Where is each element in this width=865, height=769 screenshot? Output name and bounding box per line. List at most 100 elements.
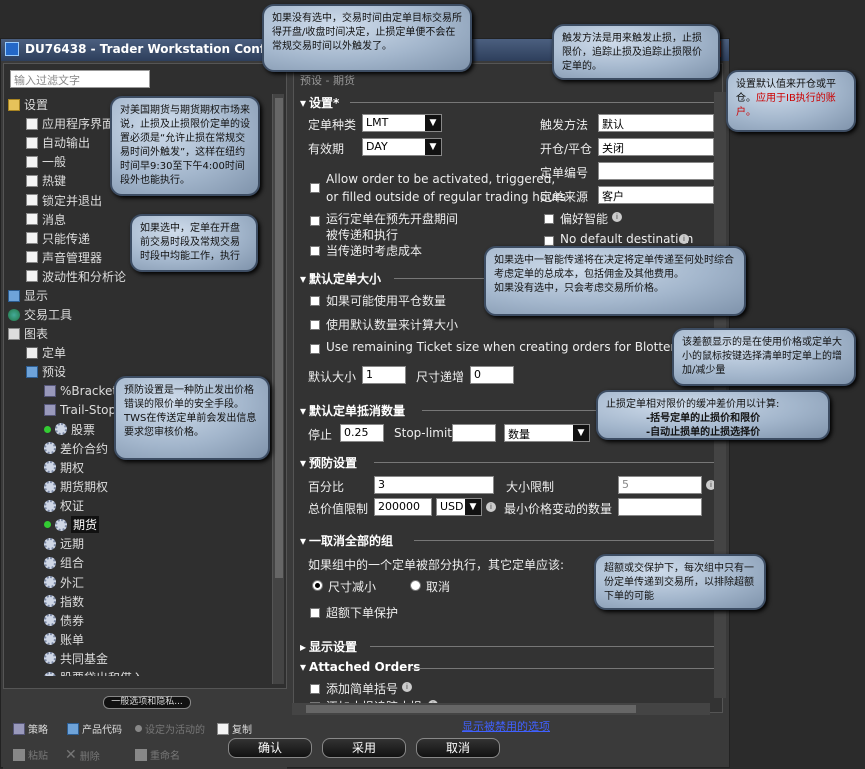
tree-item[interactable]: 图表 [8,325,48,342]
offset-title: 默认定单抵消数量 [309,404,406,418]
tree-item[interactable]: 波动性和分析论 [26,268,126,285]
allow-outside-rth-checkbox[interactable] [310,183,320,193]
collapse-icon: ▾ [300,533,307,548]
settings-horizontal-scrollbar[interactable] [292,703,710,715]
cancel-radio[interactable] [410,580,421,591]
info-icon[interactable]: i [612,212,622,222]
tree-item[interactable]: 只能传递 [26,230,90,247]
preset-icon [26,365,38,378]
prefer-smart-checkbox[interactable] [544,214,554,224]
tree-item[interactable]: 股票 [44,421,95,438]
stop-field[interactable]: 0.25 [340,424,384,442]
add-bracket-checkbox[interactable] [310,684,320,694]
info-icon[interactable]: i [402,682,412,692]
paste-button[interactable]: 粘贴 [13,747,48,762]
no-default-dest-checkbox[interactable] [544,236,554,246]
tree-item[interactable]: 组合 [44,554,84,571]
tree-item[interactable]: 定单 [26,344,66,361]
tree-item[interactable]: 热键 [26,172,66,189]
tree-item-label: 账单 [60,632,85,647]
tree-item[interactable]: 一般 [26,153,66,170]
use-remaining-checkbox[interactable] [310,344,320,354]
stoplimit-field[interactable] [452,424,496,442]
currency-dropdown[interactable]: USD ▼ [436,498,482,516]
order-type-dropdown[interactable]: LMT ▼ [362,114,442,132]
tree-item[interactable]: 预设 [26,363,66,380]
default-size-section-title[interactable]: ▾ 默认定单大小 [300,270,384,287]
attached-section-title[interactable]: ▾ Attached Orders [300,660,423,674]
tree-item[interactable]: 期货期权 [44,478,108,495]
gear-icon [44,499,56,512]
tree-vertical-scrollbar[interactable] [272,94,284,684]
general-options-button[interactable]: 一般选项和隐私... [103,696,191,709]
rename-button[interactable]: 重命名 [135,747,180,762]
product-code-button[interactable]: 产品代码 [67,721,122,736]
preopen-checkbox[interactable] [310,216,320,226]
strategy-button[interactable]: 策略 [13,721,48,736]
tree-item-label: 远期 [60,537,85,552]
precaution-section-title[interactable]: ▾ 预防设置 [300,454,360,471]
tree-item[interactable]: 外汇 [44,574,84,591]
percent-field[interactable]: 3 [374,476,494,494]
tree-item[interactable]: 指数 [44,593,84,610]
info-icon[interactable]: i [486,502,496,512]
tooltip-consider-cost: 如果选中一智能传递将在决定将定单传递至何处时综合考虑定单的总成本，包括佣金及其他… [484,246,746,316]
tif-dropdown[interactable]: DAY ▼ [362,138,442,156]
tree-item-label: 期货期权 [60,480,109,494]
show-hidden-link[interactable]: 显示被禁用的选项 [462,718,550,734]
tree-item[interactable]: 共同基金 [44,650,108,667]
tree-item[interactable]: 声音管理器 [26,249,102,266]
open-close-field[interactable]: 关闭 [598,138,714,156]
overfill-checkbox[interactable] [310,608,320,618]
display-section-title[interactable]: ▸ 显示设置 [300,638,360,655]
tree-item[interactable]: 股票贷出和借入 [44,669,144,676]
tree-item[interactable]: %Bracket [44,383,117,400]
tree-item[interactable]: 期权 [44,459,84,476]
tree-item[interactable]: 自动输出 [26,134,90,151]
dropdown-arrow-icon: ▼ [573,425,589,441]
set-active-button[interactable]: 设定为活动的 [135,721,205,736]
default-size-field[interactable]: 1 [362,366,406,384]
filter-input[interactable]: 输入过滤文字 [10,70,150,88]
tree-item[interactable]: 权证 [44,497,84,514]
order-ref-field[interactable] [598,162,714,180]
tree-item[interactable]: 锁定并退出 [26,192,102,209]
cancel-button[interactable]: 取消 [416,738,500,758]
size-increment-field[interactable]: 0 [470,366,514,384]
order-origin-field[interactable]: 客户 [598,186,714,204]
tree-item[interactable]: 显示 [8,287,48,304]
copy-button[interactable]: 复制 [217,721,252,736]
tree-item[interactable]: 差价合约 [44,440,108,457]
tooltip-precaution: 预防设置是一种防止发出价格错误的限价单的安全手段。TWS在传送定单前会发出信息要… [114,376,270,460]
size-increment-label: 尺寸递增 [416,370,465,384]
tree-item[interactable]: 交易工具 [8,306,72,323]
tree-item[interactable]: Trail-Stop [44,402,116,419]
tree-item-label: 波动性和分析论 [42,269,127,284]
close-position-checkbox[interactable] [310,296,320,306]
tree-item[interactable]: 设置 [8,96,48,113]
tree-item[interactable]: 消息 [26,211,66,228]
offset-unit-dropdown[interactable]: 数量 ▼ [504,424,590,442]
ok-button[interactable]: 确认 [228,738,312,758]
oca-section-title[interactable]: ▾ 一取消全部的组 [300,532,396,549]
tree-item[interactable]: 应用程序界面 [26,115,114,132]
trigger-method-field[interactable]: 默认 [598,114,714,132]
tree-item[interactable]: 期货 [44,516,100,534]
offset-section-title[interactable]: ▾ 默认定单抵消数量 [300,402,408,419]
tree-item[interactable]: 债券 [44,612,84,629]
prefer-smart-label: 偏好智能 [560,212,609,226]
consider-cost-checkbox[interactable] [310,246,320,256]
app-icon [5,42,19,56]
tree-item[interactable]: 远期 [44,535,84,552]
settings-section-title[interactable]: ▾ 设置* [300,94,342,111]
use-default-qty-checkbox[interactable] [310,320,320,330]
info-icon[interactable]: i [679,234,689,244]
reduce-size-radio[interactable] [312,580,323,591]
total-value-field[interactable]: 200000 [374,498,432,516]
tree-item[interactable]: 账单 [44,631,84,648]
precaution-title: 预防设置 [309,456,358,470]
min-ticks-field[interactable] [618,498,702,516]
size-limit-field[interactable]: 5 [618,476,702,494]
delete-button[interactable]: ✕ 删除 [65,747,100,763]
apply-button[interactable]: 采用 [322,738,406,758]
